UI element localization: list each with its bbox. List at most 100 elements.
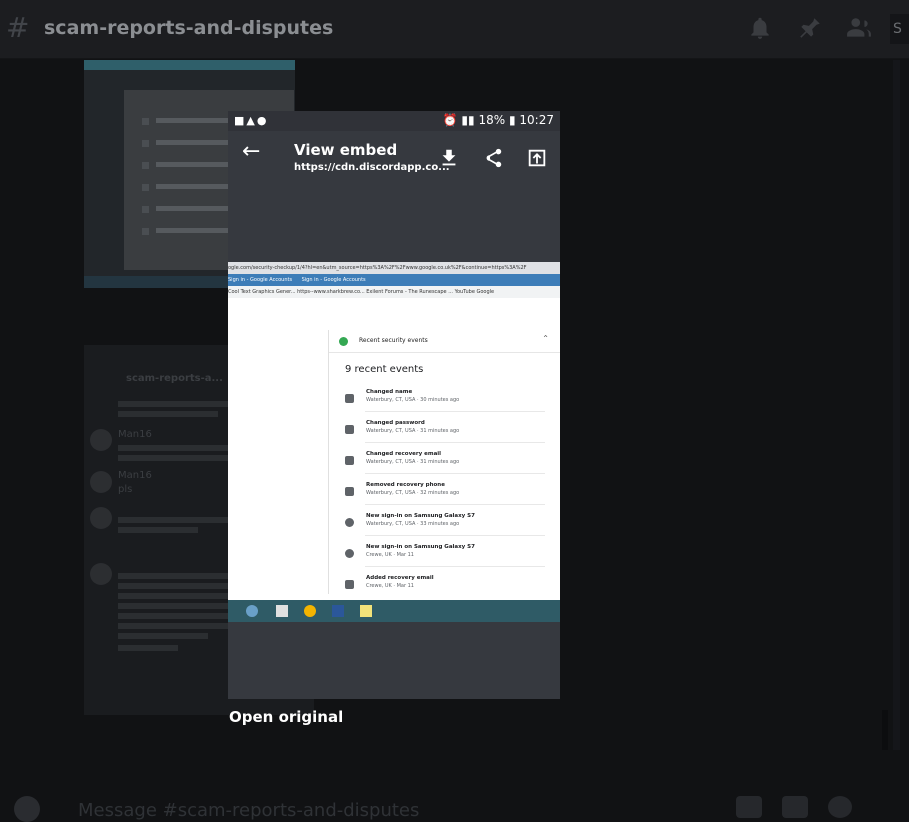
- dim-text-line: [118, 613, 228, 619]
- browser-tab: Sign in - Google Accounts: [301, 277, 366, 283]
- download-icon[interactable]: [438, 147, 460, 169]
- list-item: Added recovery email Crewe, UK · Mar 11: [329, 570, 560, 600]
- members-icon[interactable]: [846, 15, 872, 41]
- open-external-icon[interactable]: [526, 147, 548, 169]
- event-name: New sign-in on Samsung Galaxy S7: [366, 544, 475, 550]
- thumb-browser-bar: [84, 60, 295, 70]
- browser-url-bar: ogle.com/security-checkup/1/4?hl=en&utm_…: [228, 262, 560, 274]
- event-detail: Waterbury, CT, USA · 31 minutes ago: [366, 428, 460, 434]
- emoji-icon[interactable]: [828, 796, 852, 818]
- event-detail: Waterbury, CT, USA · 31 minutes ago: [366, 459, 460, 465]
- key-icon: [345, 425, 354, 434]
- thumb-event-icon: [142, 140, 149, 147]
- section-title: Recent security events: [359, 337, 428, 344]
- dim-text-line: [118, 401, 238, 407]
- dim-text-line: [118, 411, 218, 417]
- list-item: New sign-in on Samsung Galaxy S7 Waterbu…: [329, 508, 560, 538]
- status-right: ⏰ ▮▮ 18% ▮ 10:27: [443, 113, 554, 127]
- divider: [365, 535, 545, 536]
- battery-percent: 18%: [478, 113, 506, 127]
- dim-channel-label: scam-reports-a...: [126, 373, 223, 384]
- divider: [365, 473, 545, 474]
- chrome-icon: [246, 605, 258, 617]
- dim-text-line: [118, 593, 243, 599]
- avatar: [90, 563, 112, 585]
- browser-tab: Sign in - Google Accounts: [228, 277, 293, 283]
- divider: [365, 566, 545, 567]
- dim-text-line: [118, 623, 242, 629]
- dim-text-line: [118, 633, 208, 639]
- dim-text-line: [118, 527, 198, 533]
- message-text: pls: [118, 484, 133, 495]
- event-name: Changed name: [366, 389, 413, 395]
- lock-icon: [345, 580, 354, 589]
- thumb-event-icon: [142, 162, 149, 169]
- chevron-up-icon: ⌃: [542, 334, 549, 343]
- shield-icon: [345, 518, 354, 527]
- open-original-link[interactable]: Open original: [229, 708, 343, 726]
- security-events-header: Recent security events ⌃: [329, 330, 560, 353]
- gif-icon[interactable]: [782, 796, 808, 818]
- dim-text-line: [118, 645, 178, 651]
- pin-icon[interactable]: [797, 15, 823, 41]
- list-item: Changed recovery email Waterbury, CT, US…: [329, 446, 560, 476]
- add-attachment-icon[interactable]: [14, 796, 40, 822]
- lock-icon: [345, 487, 354, 496]
- divider: [365, 442, 545, 443]
- events-count: 9 recent events: [345, 364, 424, 375]
- shield-icon: [345, 549, 354, 558]
- divider: [365, 411, 545, 412]
- back-arrow-icon[interactable]: ←: [242, 139, 260, 164]
- avatar: [90, 471, 112, 493]
- battery-icon: ▮: [508, 113, 516, 127]
- list-item: Changed password Waterbury, CT, USA · 31…: [329, 415, 560, 445]
- embedded-screenshot: ogle.com/security-checkup/1/4?hl=en&utm_…: [228, 262, 560, 622]
- avatar: [90, 507, 112, 529]
- thumb-event-icon: [142, 184, 149, 191]
- explorer-icon: [360, 605, 372, 617]
- embed-title: View embed: [294, 141, 398, 159]
- notification-icons: ■▲●: [234, 114, 269, 127]
- gift-icon[interactable]: [736, 796, 762, 818]
- bookmarks-bar: Cool Text Graphics Gener... https--www.s…: [228, 286, 560, 298]
- event-detail: Crewe, UK · Mar 11: [366, 552, 414, 558]
- check-circle-icon: [339, 337, 348, 346]
- share-icon[interactable]: [482, 147, 504, 169]
- event-name: Added recovery email: [366, 575, 434, 581]
- browser-tabs: Sign in - Google Accounts Sign in - Goog…: [228, 274, 560, 286]
- message-author: Man16: [118, 470, 152, 481]
- security-events-card: Recent security events ⌃ 9 recent events…: [328, 330, 560, 594]
- divider: [365, 504, 545, 505]
- dim-text-line: [118, 455, 228, 461]
- scrollbar-track[interactable]: [893, 60, 900, 750]
- list-item: Changed name Waterbury, CT, USA · 30 min…: [329, 384, 560, 414]
- clock: 10:27: [519, 113, 554, 127]
- bell-icon[interactable]: [747, 15, 773, 41]
- alarm-icon: ⏰: [442, 113, 458, 127]
- signal-icon: ▮▮: [461, 113, 475, 127]
- phone-status-bar: ■▲● ⏰ ▮▮ 18% ▮ 10:27: [228, 111, 560, 131]
- channel-header: # scam-reports-and-disputes S: [0, 0, 909, 59]
- wrench-icon: [345, 394, 354, 403]
- message-author: Man16: [118, 429, 152, 440]
- image-preview[interactable]: ■▲● ⏰ ▮▮ 18% ▮ 10:27 ← View embed https:…: [228, 111, 560, 699]
- event-name: Removed recovery phone: [366, 482, 445, 488]
- list-item: Removed recovery phone Waterbury, CT, US…: [329, 477, 560, 507]
- event-detail: Crewe, UK · Mar 11: [366, 583, 414, 589]
- dim-text-line: [118, 573, 238, 579]
- lock-icon: [345, 456, 354, 465]
- folder-icon: [276, 605, 288, 617]
- dim-text-line: [118, 517, 228, 523]
- thumb-event-icon: [142, 228, 149, 235]
- thumb-event-icon: [142, 118, 149, 125]
- scrollbar-thumb[interactable]: [882, 710, 888, 750]
- list-item: New sign-in on Samsung Galaxy S7 Crewe, …: [329, 539, 560, 569]
- event-detail: Waterbury, CT, USA · 32 minutes ago: [366, 490, 460, 496]
- search-box[interactable]: S: [890, 14, 909, 44]
- thumb-event-icon: [142, 206, 149, 213]
- embed-url: https://cdn.discordapp.co...: [294, 162, 450, 173]
- word-icon: [332, 605, 344, 617]
- media-player-icon: [304, 605, 316, 617]
- dim-text-line: [118, 603, 238, 609]
- event-name: Changed recovery email: [366, 451, 442, 457]
